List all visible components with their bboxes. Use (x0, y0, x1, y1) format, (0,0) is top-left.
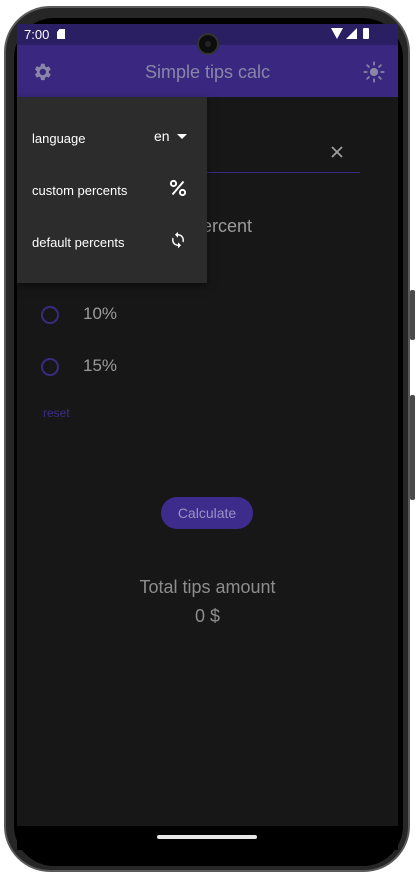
menu-item-label: custom percents (32, 183, 128, 198)
battery-icon (363, 28, 369, 39)
radio-option-10[interactable]: 10% (41, 300, 241, 330)
radio-button[interactable] (41, 358, 59, 376)
navigation-bar (17, 826, 398, 850)
app-screen: 7:00 Simple tips calc ercent 10% 15% res… (17, 24, 398, 850)
radio-option-15[interactable]: 15% (41, 352, 241, 382)
menu-item-language[interactable]: language en (17, 112, 207, 164)
radio-button[interactable] (41, 306, 59, 324)
wifi-icon (331, 28, 343, 39)
total-tips-label: Total tips amount (139, 577, 276, 597)
sun-icon[interactable] (363, 61, 385, 83)
camera-icon (197, 33, 219, 55)
settings-menu: language en custom percents default perc… (17, 97, 207, 283)
menu-item-label: default percents (32, 235, 125, 250)
status-time: 7:00 (24, 27, 50, 42)
volume-button (410, 290, 415, 340)
menu-item-custom-percents[interactable]: custom percents (17, 164, 207, 216)
reset-link[interactable]: reset (43, 406, 70, 420)
menu-item-default-percents[interactable]: default percents (17, 216, 207, 268)
chevron-down-icon[interactable] (177, 134, 187, 139)
percent-icon[interactable] (169, 179, 187, 197)
menu-item-label: language (32, 131, 86, 146)
home-handle[interactable] (157, 835, 257, 839)
total-tips-value: 0 $ (194, 606, 221, 626)
radio-label: 15% (83, 356, 118, 375)
refresh-icon[interactable] (169, 231, 187, 249)
gear-icon[interactable] (31, 61, 53, 83)
close-icon[interactable] (329, 144, 345, 160)
app-title: Simple tips calc (144, 62, 271, 82)
language-dropdown[interactable]: en (154, 128, 170, 144)
percent-section-label: ercent (202, 216, 253, 236)
power-button (410, 395, 415, 500)
calculate-button[interactable]: Calculate (161, 497, 253, 529)
radio-label: 10% (83, 304, 118, 323)
sd-card-icon (57, 29, 65, 39)
cellular-icon (346, 28, 357, 39)
